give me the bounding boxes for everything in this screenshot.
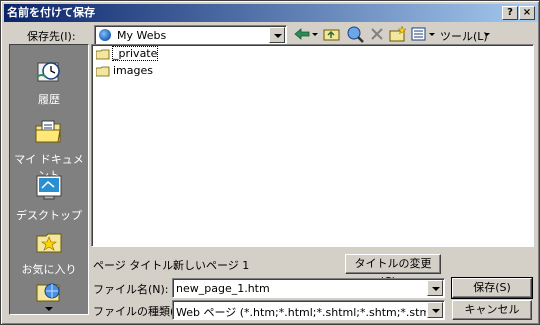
- title-bar[interactable]: 名前を付けて保存 ? ×: [4, 4, 538, 22]
- save-in-dropdown[interactable]: My Webs: [94, 25, 287, 45]
- places-favorites[interactable]: お気に入り: [10, 223, 88, 283]
- save-in-label: 保存先(I):: [27, 30, 76, 43]
- history-icon: [36, 62, 60, 82]
- change-title-button[interactable]: タイトルの変更(C)...: [345, 254, 441, 288]
- list-item[interactable]: images: [95, 64, 153, 78]
- back-arrow-icon: [294, 28, 310, 40]
- delete-icon: [371, 28, 383, 40]
- web-folder-icon: [99, 29, 111, 41]
- save-in-value: My Webs: [117, 29, 167, 42]
- file-type-select[interactable]: Web ページ (*.htm;*.html;*.shtml;*.shtm;*.s…: [172, 300, 445, 320]
- views-button[interactable]: [409, 24, 429, 44]
- file-type-dropdown-arrow[interactable]: [427, 302, 443, 318]
- search-web-button[interactable]: [345, 24, 365, 44]
- chevron-down-icon: [484, 33, 490, 36]
- file-name-label: ファイル名(N):: [93, 283, 169, 296]
- up-one-level-button[interactable]: [322, 24, 342, 44]
- views-dropdown-button[interactable]: [428, 24, 436, 44]
- search-web-icon: [347, 26, 364, 43]
- views-list-icon: [411, 27, 426, 41]
- list-item[interactable]: _private: [95, 46, 159, 61]
- desktop-icon: [36, 175, 62, 200]
- places-bar: 履歴 マイ ドキュメント デスクトップ: [9, 44, 89, 315]
- tools-menu-button[interactable]: ツール(L): [438, 24, 490, 44]
- places-my-documents[interactable]: マイ ドキュメント: [10, 113, 88, 182]
- places-desktop-label: デスクトップ: [16, 209, 82, 222]
- file-name-value: new_page_1.htm: [176, 282, 270, 295]
- tools-menu-label: ツール(L): [440, 30, 488, 43]
- page-title-value: 新しいページ 1: [173, 259, 250, 272]
- file-name-dropdown-arrow[interactable]: [427, 280, 443, 296]
- window-title: 名前を付けて保存: [7, 6, 95, 19]
- places-desktop[interactable]: デスクトップ: [10, 169, 88, 229]
- chevron-down-icon: [312, 33, 318, 36]
- cancel-button[interactable]: キャンセル: [452, 300, 532, 320]
- places-history-label: 履歴: [38, 93, 60, 106]
- chevron-down-icon: [429, 33, 435, 36]
- file-name-input[interactable]: new_page_1.htm: [172, 278, 445, 298]
- delete-button[interactable]: [367, 24, 387, 44]
- back-button[interactable]: [292, 24, 312, 44]
- save-in-dropdown-arrow[interactable]: [269, 27, 285, 43]
- back-dropdown-button[interactable]: [311, 24, 321, 44]
- close-button[interactable]: ×: [519, 6, 535, 20]
- up-folder-icon: [323, 29, 340, 41]
- places-favorites-label: お気に入り: [21, 263, 77, 276]
- file-name: _private: [111, 46, 159, 61]
- folder-icon: [95, 66, 110, 77]
- new-folder-icon: [389, 25, 407, 42]
- file-type-value: Web ページ (*.htm;*.html;*.shtml;*.shtm;*.s…: [176, 306, 426, 319]
- web-folders-icon: [36, 283, 60, 302]
- folder-icon: [95, 49, 110, 60]
- new-folder-button[interactable]: [388, 24, 408, 44]
- favorites-icon: [36, 233, 62, 253]
- page-title-label: ページ タイトル:: [93, 259, 177, 272]
- help-button[interactable]: ?: [502, 6, 518, 20]
- places-history[interactable]: 履歴: [10, 53, 88, 113]
- file-name: images: [113, 64, 153, 77]
- save-as-dialog: 名前を付けて保存 ? × 保存先(I): My Webs ツール(L) 履歴 マ…: [0, 0, 540, 325]
- save-button[interactable]: 保存(S): [451, 277, 533, 299]
- file-list[interactable]: _private images: [91, 44, 534, 247]
- scroll-down-icon[interactable]: [44, 305, 54, 313]
- my-documents-icon: [35, 120, 61, 143]
